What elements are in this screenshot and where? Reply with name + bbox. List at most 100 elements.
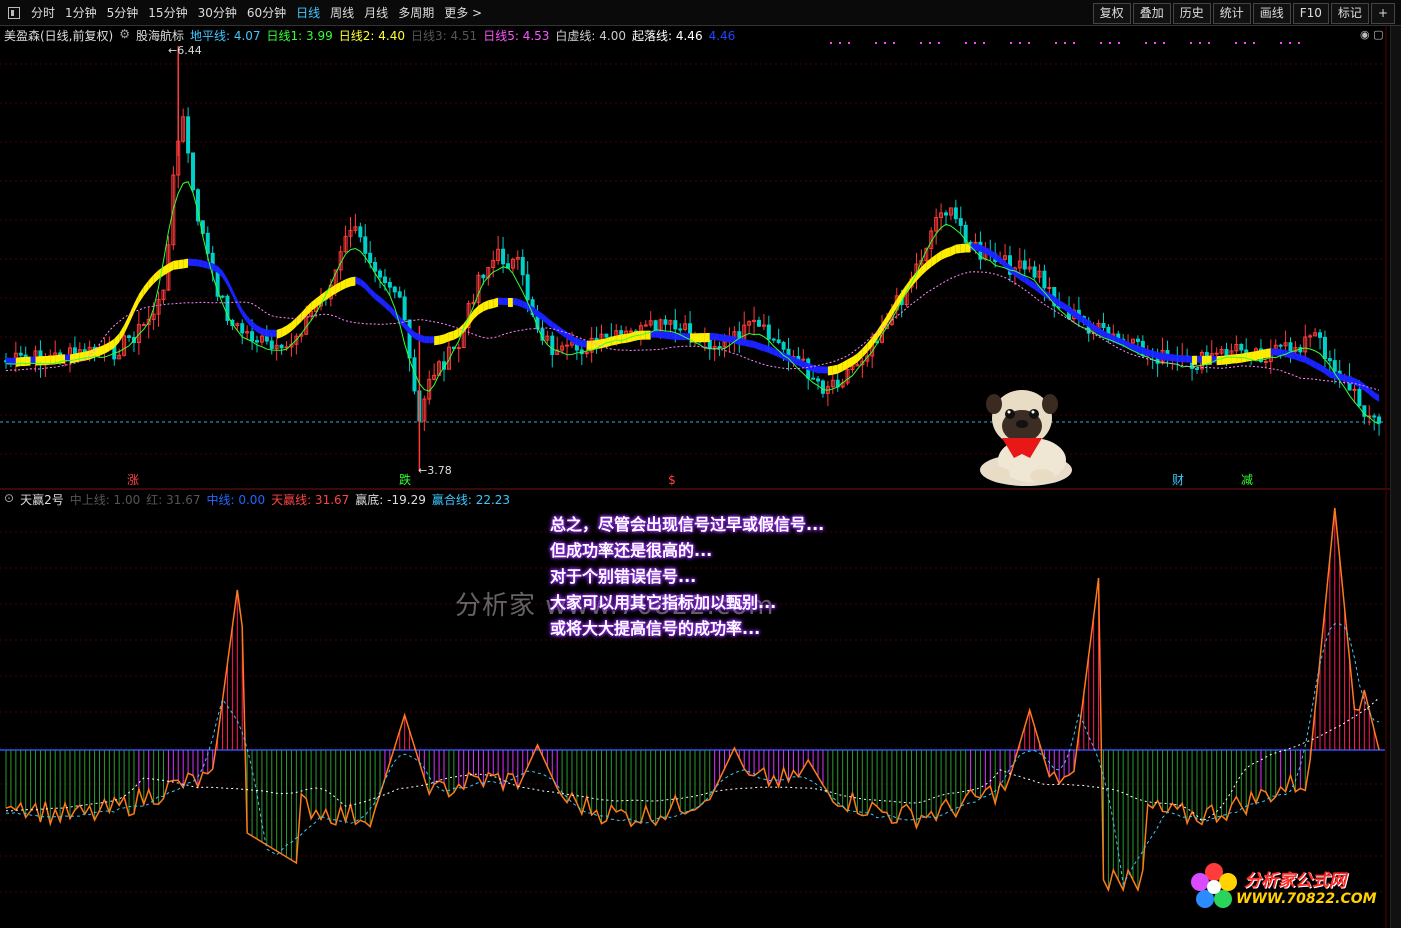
legend-item: 日线1: 3.99 [266, 29, 333, 43]
band-segment [562, 328, 568, 339]
band-segment [1305, 356, 1311, 366]
band-segment [1083, 317, 1089, 328]
candle-body [1047, 286, 1052, 289]
overlay-button[interactable]: 叠加 [1132, 3, 1171, 24]
candle-body [1032, 266, 1037, 278]
main-chart-panel[interactable]: ←6.44 ←3.78 涨 跌 $ 财 减 美盈森(日线,前复权) ⚙ 股海航标 地平线: … [0, 26, 1390, 489]
candle-body [358, 226, 363, 238]
period-tab-15min[interactable]: 15分钟 [143, 0, 192, 26]
band-segment [1029, 279, 1035, 290]
window-icon[interactable] [8, 7, 20, 19]
collapse-icon[interactable]: ⊙ [4, 491, 14, 507]
signal-dot [1073, 42, 1075, 44]
band-segment [286, 322, 292, 335]
fuquan-button[interactable]: 复权 [1092, 3, 1131, 24]
period-tab-5min[interactable]: 5分钟 [102, 0, 144, 26]
period-tab-30min[interactable]: 30分钟 [193, 0, 242, 26]
legend-item: 日线2: 4.40 [338, 29, 405, 43]
legend-item: 中线: 0.00 [206, 493, 266, 507]
legend-item: 白虚线: 4.00 [555, 29, 626, 43]
sub-indicator-name[interactable]: 天赢2号 [20, 491, 64, 507]
band-segment [1260, 349, 1266, 360]
band-segment [1064, 302, 1070, 314]
candle-body [254, 340, 259, 343]
gear-icon[interactable]: ⚙ [119, 27, 130, 43]
stats-button[interactable]: 统计 [1212, 3, 1251, 24]
band-segment [581, 339, 587, 348]
f10-button[interactable]: F10 [1292, 3, 1329, 24]
candle-body [250, 331, 255, 342]
add-button[interactable]: + [1370, 3, 1395, 24]
signal-dot [1118, 42, 1120, 44]
period-tab-more[interactable]: 更多 > [439, 0, 487, 26]
band-segment [1231, 354, 1237, 364]
candle-body [953, 207, 958, 220]
band-segment [261, 327, 267, 337]
right-scrollbar[interactable] [1390, 26, 1401, 928]
candle-body [363, 236, 368, 254]
band-segment [296, 312, 302, 327]
signal-dot [1064, 42, 1066, 44]
signal-dot [1244, 42, 1246, 44]
period-tab-1min[interactable]: 1分钟 [60, 0, 102, 26]
band-segment [1369, 387, 1375, 399]
signal-dot [1190, 42, 1192, 44]
chart-ctrl-icons[interactable]: ◉ ▢ [1360, 28, 1384, 41]
band-segment [222, 270, 228, 286]
band-segment [20, 357, 26, 367]
band-segment [143, 280, 149, 296]
band-segment [891, 299, 897, 317]
candle-body [771, 338, 776, 341]
period-tab-60min[interactable]: 60分钟 [242, 0, 291, 26]
signal-dot [965, 42, 967, 44]
draw-line-button[interactable]: 画线 [1252, 3, 1291, 24]
band-segment [882, 315, 887, 333]
band-segment [744, 338, 750, 348]
band-segment [384, 300, 390, 313]
indicator-name[interactable]: 股海航标 [136, 27, 184, 43]
band-segment [758, 342, 764, 352]
period-tab-weekly[interactable]: 周线 [325, 0, 359, 26]
period-tab-daily[interactable]: 日线 [291, 0, 325, 26]
band-segment [950, 244, 956, 256]
band-segment [660, 331, 666, 339]
band-segment [704, 332, 710, 343]
signal-marker: 减 [1241, 473, 1253, 487]
band-segment [188, 258, 194, 267]
band-segment [375, 292, 381, 304]
signal-dot [830, 42, 832, 44]
history-button[interactable]: 历史 [1172, 3, 1211, 24]
band-segment [1236, 353, 1242, 364]
mark-button[interactable]: 标记 [1330, 3, 1369, 24]
sub-legend: ⊙ 天赢2号 中上线: 1.00 红: 31.67 中线: 0.00 天赢线: 31.… [4, 491, 522, 507]
band-segment [517, 298, 523, 308]
band-segment [183, 258, 189, 269]
brand-url: WWW.70822.COM [1236, 891, 1377, 907]
candle-body [643, 324, 648, 327]
period-tab-fenshi[interactable]: 分时 [26, 0, 60, 26]
signal-dot [974, 42, 976, 44]
band-segment [586, 340, 592, 350]
chevron-right-icon: > [468, 6, 483, 20]
band-segment [163, 263, 169, 276]
candle-body [604, 333, 609, 338]
band-segment [138, 286, 144, 304]
signal-dot [1055, 42, 1057, 44]
candle-body [520, 256, 525, 276]
legend-item: 红: 31.67 [146, 493, 201, 507]
candle-body [1022, 260, 1027, 270]
band-segment [645, 330, 651, 340]
band-segment [1192, 355, 1197, 365]
candle-body [279, 344, 284, 349]
band-segment [424, 336, 430, 344]
period-tab-multi[interactable]: 多周期 [393, 0, 439, 26]
period-tab-monthly[interactable]: 月线 [359, 0, 393, 26]
band-segment [763, 344, 769, 353]
band-segment [15, 357, 21, 367]
candlestick-chart[interactable]: ←6.44 ←3.78 涨 跌 $ 财 减 [0, 26, 1390, 489]
candle-body [766, 324, 771, 340]
legend-item: 赢底: -19.29 [355, 493, 426, 507]
candle-body [801, 358, 806, 361]
signal-dot [1235, 42, 1237, 44]
band-segment [1226, 354, 1232, 365]
